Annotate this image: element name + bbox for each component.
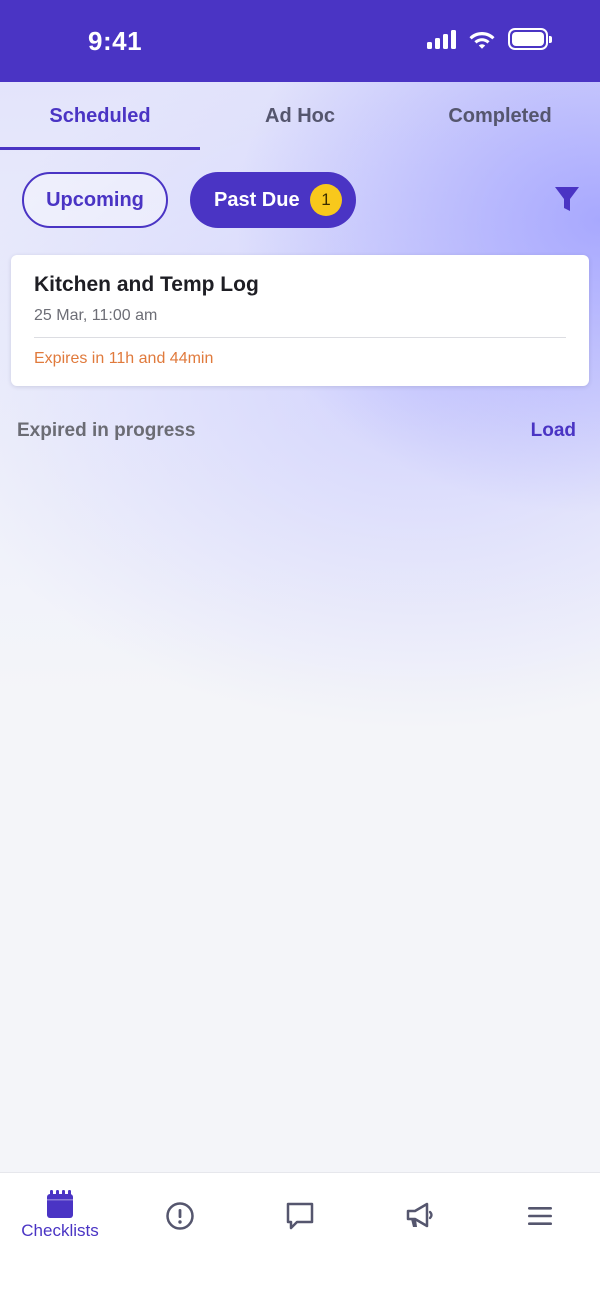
app-screen: 9:41 Scheduled Ad Hoc Completed Upcoming… [0, 0, 600, 1300]
checklist-title: Kitchen and Temp Log [34, 273, 259, 296]
nav-alerts[interactable] [120, 1173, 240, 1300]
checklist-tabs: Scheduled Ad Hoc Completed [0, 82, 600, 150]
wifi-icon [469, 32, 495, 49]
nav-announcements[interactable] [360, 1173, 480, 1300]
filter-row: Upcoming Past Due 1 [0, 172, 600, 228]
chat-bubble-icon [286, 1202, 314, 1230]
filter-funnel-icon[interactable] [554, 186, 580, 214]
checklist-expiry: Expires in 11h and 44min [34, 350, 214, 367]
alert-circle-icon [166, 1202, 194, 1230]
nav-checklists[interactable]: Checklists [0, 1173, 120, 1300]
checklist-date: 25 Mar, 11:00 am [34, 307, 158, 324]
tab-completed[interactable]: Completed [400, 82, 600, 150]
load-button[interactable]: Load [531, 420, 576, 442]
menu-icon [528, 1207, 552, 1225]
past-due-count-badge: 1 [310, 184, 342, 216]
cellular-signal-icon [427, 29, 456, 49]
expired-section-label: Expired in progress [17, 420, 196, 441]
expired-section: Expired in progress Load [0, 418, 600, 446]
megaphone-icon [406, 1202, 433, 1228]
nav-messages[interactable] [240, 1173, 360, 1300]
tab-ad-hoc[interactable]: Ad Hoc [200, 82, 400, 150]
card-divider [34, 337, 566, 338]
past-due-label: Past Due [214, 188, 300, 211]
status-icons [427, 28, 552, 50]
status-bar: 9:41 [0, 0, 600, 82]
past-due-filter-chip[interactable]: Past Due 1 [190, 172, 356, 228]
upcoming-filter-chip[interactable]: Upcoming [22, 172, 168, 228]
checklist-card[interactable]: Kitchen and Temp Log 25 Mar, 11:00 am Ex… [11, 255, 589, 386]
status-time: 9:41 [88, 26, 143, 56]
nav-menu[interactable] [480, 1173, 600, 1300]
bottom-nav: Checklists [0, 1172, 600, 1300]
battery-icon [508, 28, 552, 50]
calendar-icon [47, 1190, 73, 1218]
tab-scheduled[interactable]: Scheduled [0, 82, 200, 150]
nav-checklists-label: Checklists [21, 1221, 99, 1240]
